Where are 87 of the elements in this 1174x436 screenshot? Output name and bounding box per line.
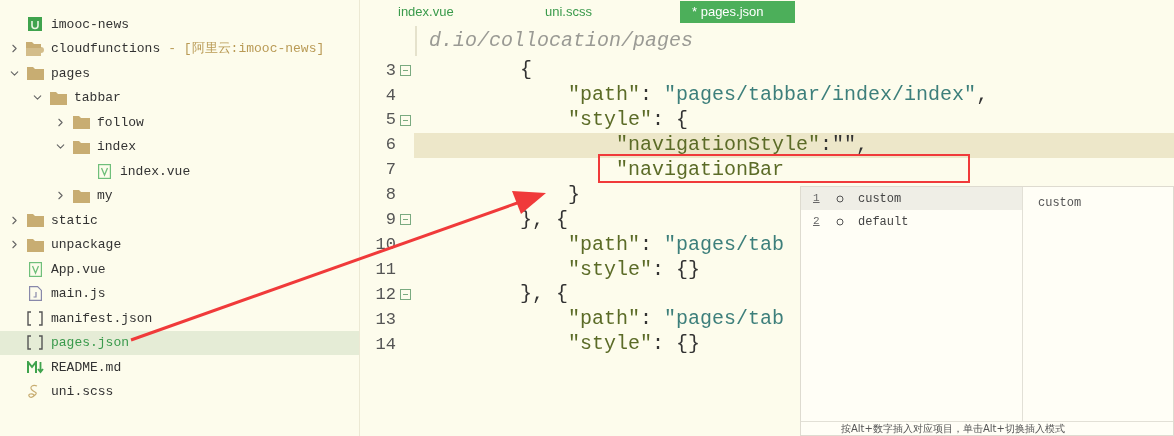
file-name: my — [97, 187, 113, 205]
code-line: "path": "pages/tabbar/index/index", — [567, 82, 989, 109]
completion-hint: 按Alt+数字插入对应项目，单击Alt+切换插入模式 — [841, 422, 1065, 435]
js-file-icon — [28, 286, 42, 302]
vue-file-icon — [97, 163, 111, 179]
circle-icon — [836, 217, 844, 226]
cloud-folder-icon — [26, 41, 44, 57]
file-name: README.md — [51, 358, 122, 377]
code-line: "style": {} — [567, 331, 701, 358]
vue-file-icon — [28, 261, 42, 277]
tree-item[interactable]: imooc-news — [0, 12, 359, 37]
file-name: manifest.json — [51, 309, 153, 328]
line-number: 14 — [375, 333, 396, 356]
project-icon — [28, 17, 42, 32]
code-line: "style": { — [567, 107, 689, 134]
tree-item[interactable]: main.js — [0, 281, 359, 306]
fold-icon[interactable] — [400, 214, 411, 226]
brackets-icon — [27, 310, 43, 326]
line-number: 9 — [385, 209, 396, 232]
code-line: "style": {} — [567, 256, 701, 283]
file-name: cloudfunctions — [51, 40, 161, 58]
item-number: 1 — [812, 191, 821, 207]
fold-icon[interactable] — [400, 114, 411, 126]
brackets-icon — [27, 335, 43, 351]
breadcrumb-path: d.io/collocation/pages — [415, 25, 694, 56]
completion-detail: custom — [1038, 196, 1082, 210]
file-name: pages — [51, 64, 90, 83]
tree-item[interactable]: README.md — [0, 355, 359, 380]
tree-item[interactable]: pages — [0, 61, 359, 86]
line-number: 8 — [385, 184, 396, 207]
code-line: }, { — [519, 206, 569, 233]
fold-icon[interactable] — [400, 64, 411, 76]
tree-item[interactable]: manifest.json — [0, 306, 359, 331]
folder-icon — [49, 90, 67, 105]
file-name: follow — [97, 113, 144, 132]
code-line: { — [519, 57, 533, 84]
editor-tab[interactable]: uni.scss — [533, 0, 648, 23]
tree-item[interactable]: static — [0, 208, 359, 233]
tree-item[interactable]: follow — [0, 110, 359, 135]
code-line: "path": "pages/tab — [567, 306, 785, 333]
line-number: 4 — [385, 84, 396, 107]
line-number: 12 — [375, 283, 396, 306]
tree-item[interactable]: App.vue — [0, 257, 359, 282]
tree-item[interactable]: my — [0, 183, 359, 208]
fold-icon[interactable] — [400, 288, 411, 300]
tree-item[interactable]: uni.scss — [0, 379, 359, 404]
file-name: App.vue — [51, 260, 106, 279]
completion-item[interactable]: 2 default — [801, 210, 1022, 233]
item-label: default — [858, 213, 909, 231]
file-name: pages.json — [51, 334, 129, 352]
file-name: tabbar — [74, 89, 121, 107]
code-line: "navigationBar — [615, 157, 785, 183]
cloud-provider-label: - [阿里云:imooc-news] — [168, 40, 325, 58]
tree-item[interactable]: index.vue — [0, 159, 359, 184]
completion-item[interactable]: 1 custom — [801, 187, 1022, 210]
file-name: unpackage — [51, 236, 122, 254]
line-number: 11 — [375, 258, 396, 281]
tree-item[interactable]: unpackage — [0, 232, 359, 257]
file-name: main.js — [51, 285, 106, 303]
tree-item[interactable]: index — [0, 134, 359, 159]
line-number: 7 — [385, 159, 396, 182]
file-name: imooc-news — [51, 15, 129, 34]
line-number: 5 — [385, 109, 396, 132]
code-line: }, { — [519, 281, 569, 308]
folder-icon — [26, 237, 44, 252]
file-name: index.vue — [120, 162, 191, 181]
item-label: custom — [858, 190, 902, 208]
folder-icon — [72, 139, 90, 154]
folder-icon — [72, 188, 90, 203]
circle-icon — [836, 194, 844, 203]
markdown-icon — [26, 360, 44, 374]
code-line: "navigationStyle":"", — [615, 132, 869, 159]
item-number: 2 — [812, 214, 821, 230]
code-line: } — [567, 181, 581, 208]
line-number: 13 — [375, 308, 396, 331]
code-line: "path": "pages/tab — [567, 231, 785, 258]
folder-icon — [26, 66, 44, 81]
tree-item[interactable]: tabbar — [0, 85, 359, 110]
line-number: 3 — [385, 59, 396, 82]
file-name: static — [51, 211, 98, 230]
folder-icon — [72, 115, 90, 130]
file-name: index — [97, 138, 136, 156]
file-name: uni.scss — [51, 383, 114, 401]
tree-item[interactable]: cloudfunctions - [阿里云:imooc-news] — [0, 36, 359, 61]
folder-icon — [26, 213, 44, 228]
line-number: 6 — [385, 134, 396, 157]
editor-tab[interactable]: index.vue — [386, 0, 501, 23]
